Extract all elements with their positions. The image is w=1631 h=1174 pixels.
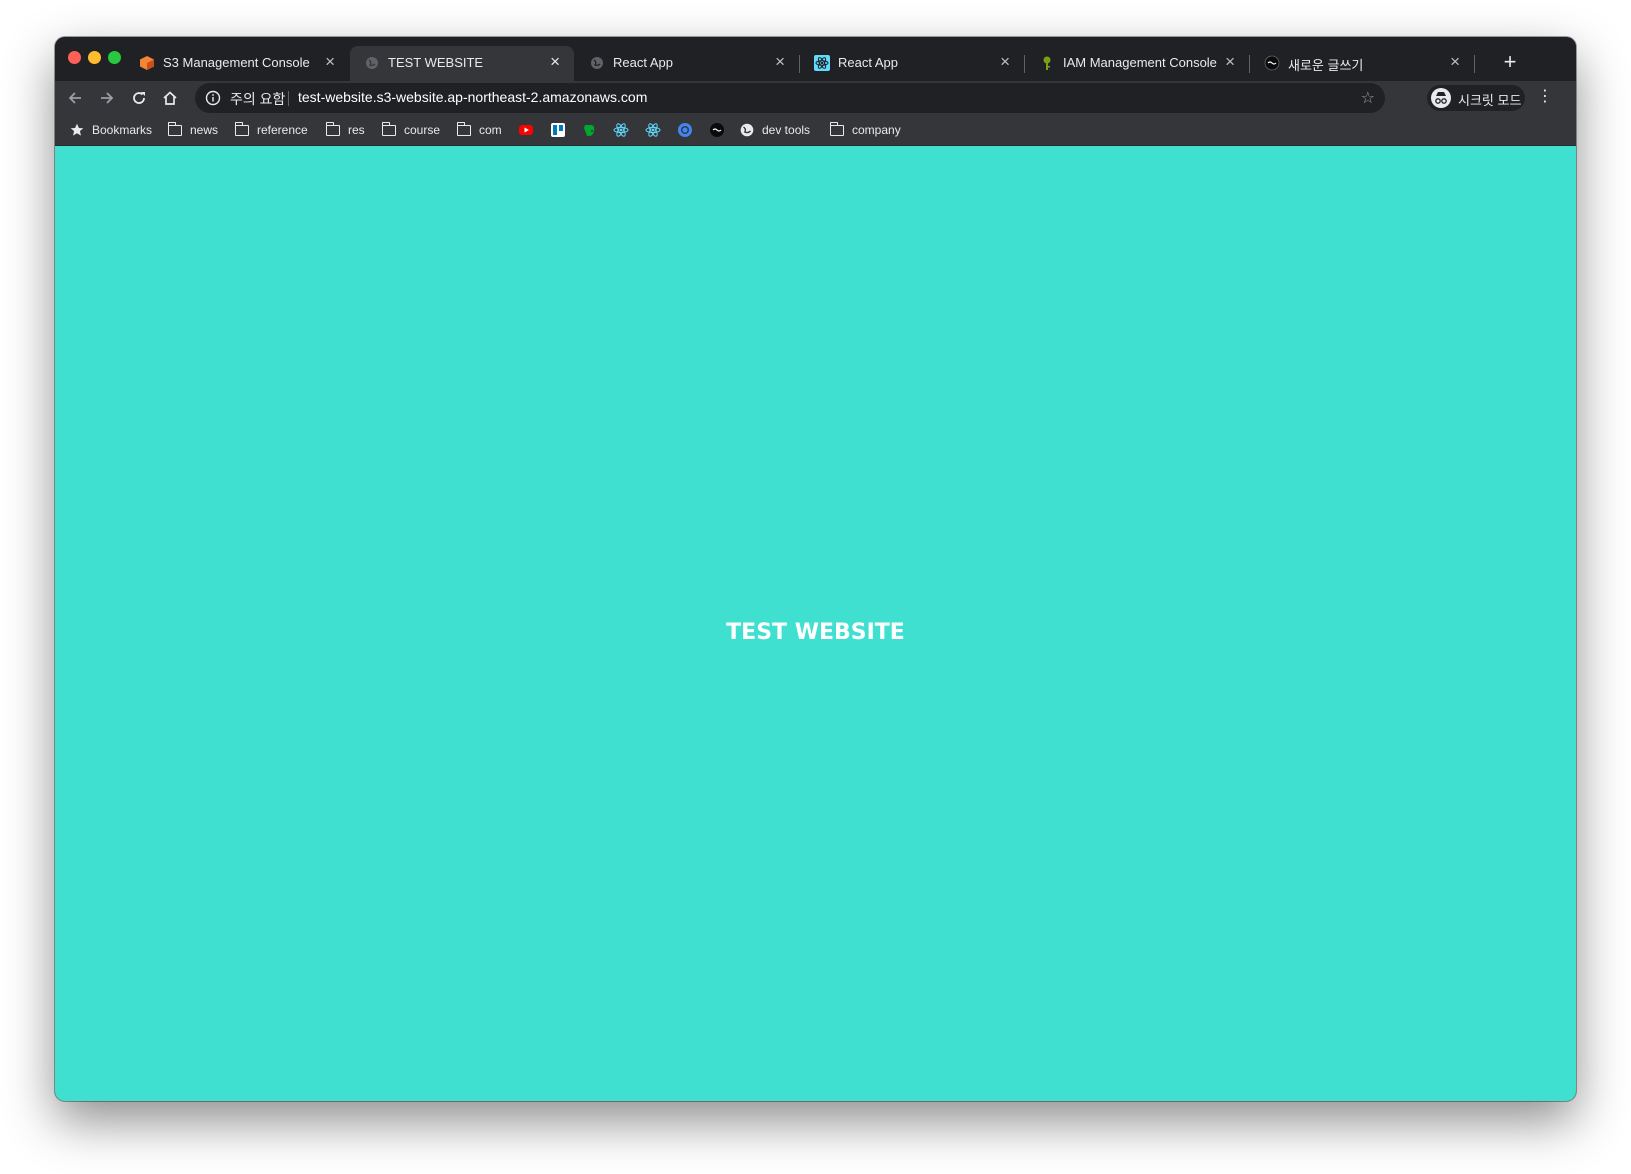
- tab-title: 새로운 글쓰기: [1288, 58, 1364, 73]
- tab-react-app-1[interactable]: React App ×: [575, 46, 800, 81]
- info-icon[interactable]: [205, 90, 221, 106]
- bookmark-folder-company[interactable]: company: [829, 121, 901, 138]
- tab-title: React App: [838, 55, 898, 70]
- tab-s3-console[interactable]: S3 Management Console ×: [125, 46, 349, 81]
- bookmarks-label: Bookmarks: [92, 123, 153, 137]
- tab-title: IAM Management Console: [1063, 55, 1217, 70]
- bookmarks-menu[interactable]: Bookmarks: [69, 122, 152, 138]
- bookmarks-bar: Bookmarks news reference res course com: [55, 115, 1576, 146]
- react-icon[interactable]: [613, 122, 629, 138]
- back-button[interactable]: [62, 85, 88, 111]
- bookmark-folder-news[interactable]: news: [167, 121, 219, 138]
- web-page-content: TEST WEBSITE: [55, 146, 1576, 1101]
- aws-s3-icon: [139, 55, 155, 71]
- folder-icon: [325, 121, 341, 137]
- tab-iam-console[interactable]: IAM Management Console ×: [1025, 46, 1250, 81]
- close-icon[interactable]: ×: [1450, 52, 1460, 72]
- bookmark-folder-label: company: [852, 123, 901, 137]
- more-menu-icon[interactable]: ⋮: [1537, 86, 1553, 106]
- bookmark-folder-com[interactable]: com: [456, 121, 502, 138]
- bookmark-folder-res[interactable]: res: [325, 121, 365, 138]
- tab-title: TEST WEBSITE: [388, 55, 484, 70]
- reload-icon: [133, 92, 145, 104]
- forward-button[interactable]: [94, 85, 120, 111]
- incognito-profile-button[interactable]: 시크릿 모드: [1427, 85, 1525, 111]
- youtube-icon[interactable]: [518, 122, 534, 138]
- window-minimize-button[interactable]: [88, 51, 101, 64]
- bookmark-folder-label: res: [348, 123, 365, 137]
- chrome-devtools-icon[interactable]: [677, 122, 693, 138]
- incognito-icon: [1431, 88, 1451, 108]
- home-button[interactable]: [157, 85, 183, 111]
- globe-icon: [589, 55, 605, 71]
- globe-icon: [739, 123, 755, 137]
- aws-iam-icon: [1039, 55, 1055, 71]
- close-icon[interactable]: ×: [775, 52, 785, 72]
- security-warning-label[interactable]: 주의 요함: [230, 89, 285, 109]
- home-icon: [163, 91, 177, 105]
- incognito-label: 시크릿 모드: [1458, 93, 1522, 108]
- close-icon[interactable]: ×: [1000, 52, 1010, 72]
- url-text[interactable]: test-website.s3-website.ap-northeast-2.a…: [298, 89, 647, 105]
- omnibox-divider: [288, 91, 289, 106]
- folder-icon: [234, 121, 250, 137]
- window-close-button[interactable]: [68, 51, 81, 64]
- new-tab-button[interactable]: +: [1498, 49, 1522, 75]
- browser-window: S3 Management Console × TEST WEBSITE × R…: [55, 37, 1576, 1101]
- star-icon: [69, 123, 85, 137]
- globe-icon: [364, 55, 380, 71]
- trello-icon[interactable]: [550, 122, 566, 138]
- react-icon[interactable]: [645, 122, 661, 138]
- bookmark-star-icon[interactable]: ☆: [1361, 88, 1375, 108]
- tab-react-app-2[interactable]: React App ×: [800, 46, 1025, 81]
- bookmark-folder-label: com: [479, 123, 502, 137]
- tab-title: React App: [613, 55, 673, 70]
- folder-icon: [167, 121, 183, 137]
- evernote-icon[interactable]: [581, 122, 597, 138]
- reload-button[interactable]: [126, 85, 152, 111]
- tab-title: S3 Management Console: [163, 55, 310, 70]
- bookmark-folder-course[interactable]: course: [381, 121, 441, 138]
- react-icon: [814, 55, 830, 71]
- bookmark-folder-label: course: [404, 123, 441, 137]
- close-icon[interactable]: ×: [1225, 52, 1235, 72]
- tab-test-website[interactable]: TEST WEBSITE ×: [350, 46, 574, 81]
- close-icon[interactable]: ×: [550, 52, 560, 72]
- page-heading: TEST WEBSITE: [726, 620, 905, 645]
- bookmark-folder-reference[interactable]: reference: [234, 121, 308, 138]
- bookmark-label: dev tools: [762, 123, 811, 137]
- velog-icon: [1264, 55, 1280, 71]
- tab-strip: S3 Management Console × TEST WEBSITE × R…: [55, 37, 1576, 81]
- tab-separator: [1474, 55, 1475, 73]
- window-maximize-button[interactable]: [108, 51, 121, 64]
- folder-icon: [381, 121, 397, 137]
- bookmark-dev-tools[interactable]: dev tools: [739, 122, 810, 138]
- browser-toolbar: 주의 요함 test-website.s3-website.ap-northea…: [55, 81, 1576, 115]
- arrow-right-icon: [101, 92, 114, 104]
- bookmark-folder-label: reference: [257, 123, 308, 137]
- arrow-left-icon: [68, 92, 81, 104]
- tab-velog-write[interactable]: 새로운 글쓰기 ×: [1250, 46, 1475, 81]
- folder-icon: [456, 121, 472, 137]
- bookmark-folder-label: news: [190, 123, 219, 137]
- close-icon[interactable]: ×: [325, 52, 335, 72]
- folder-icon: [829, 121, 845, 137]
- velog-icon[interactable]: [709, 122, 725, 138]
- address-bar[interactable]: 주의 요함 test-website.s3-website.ap-northea…: [195, 83, 1385, 113]
